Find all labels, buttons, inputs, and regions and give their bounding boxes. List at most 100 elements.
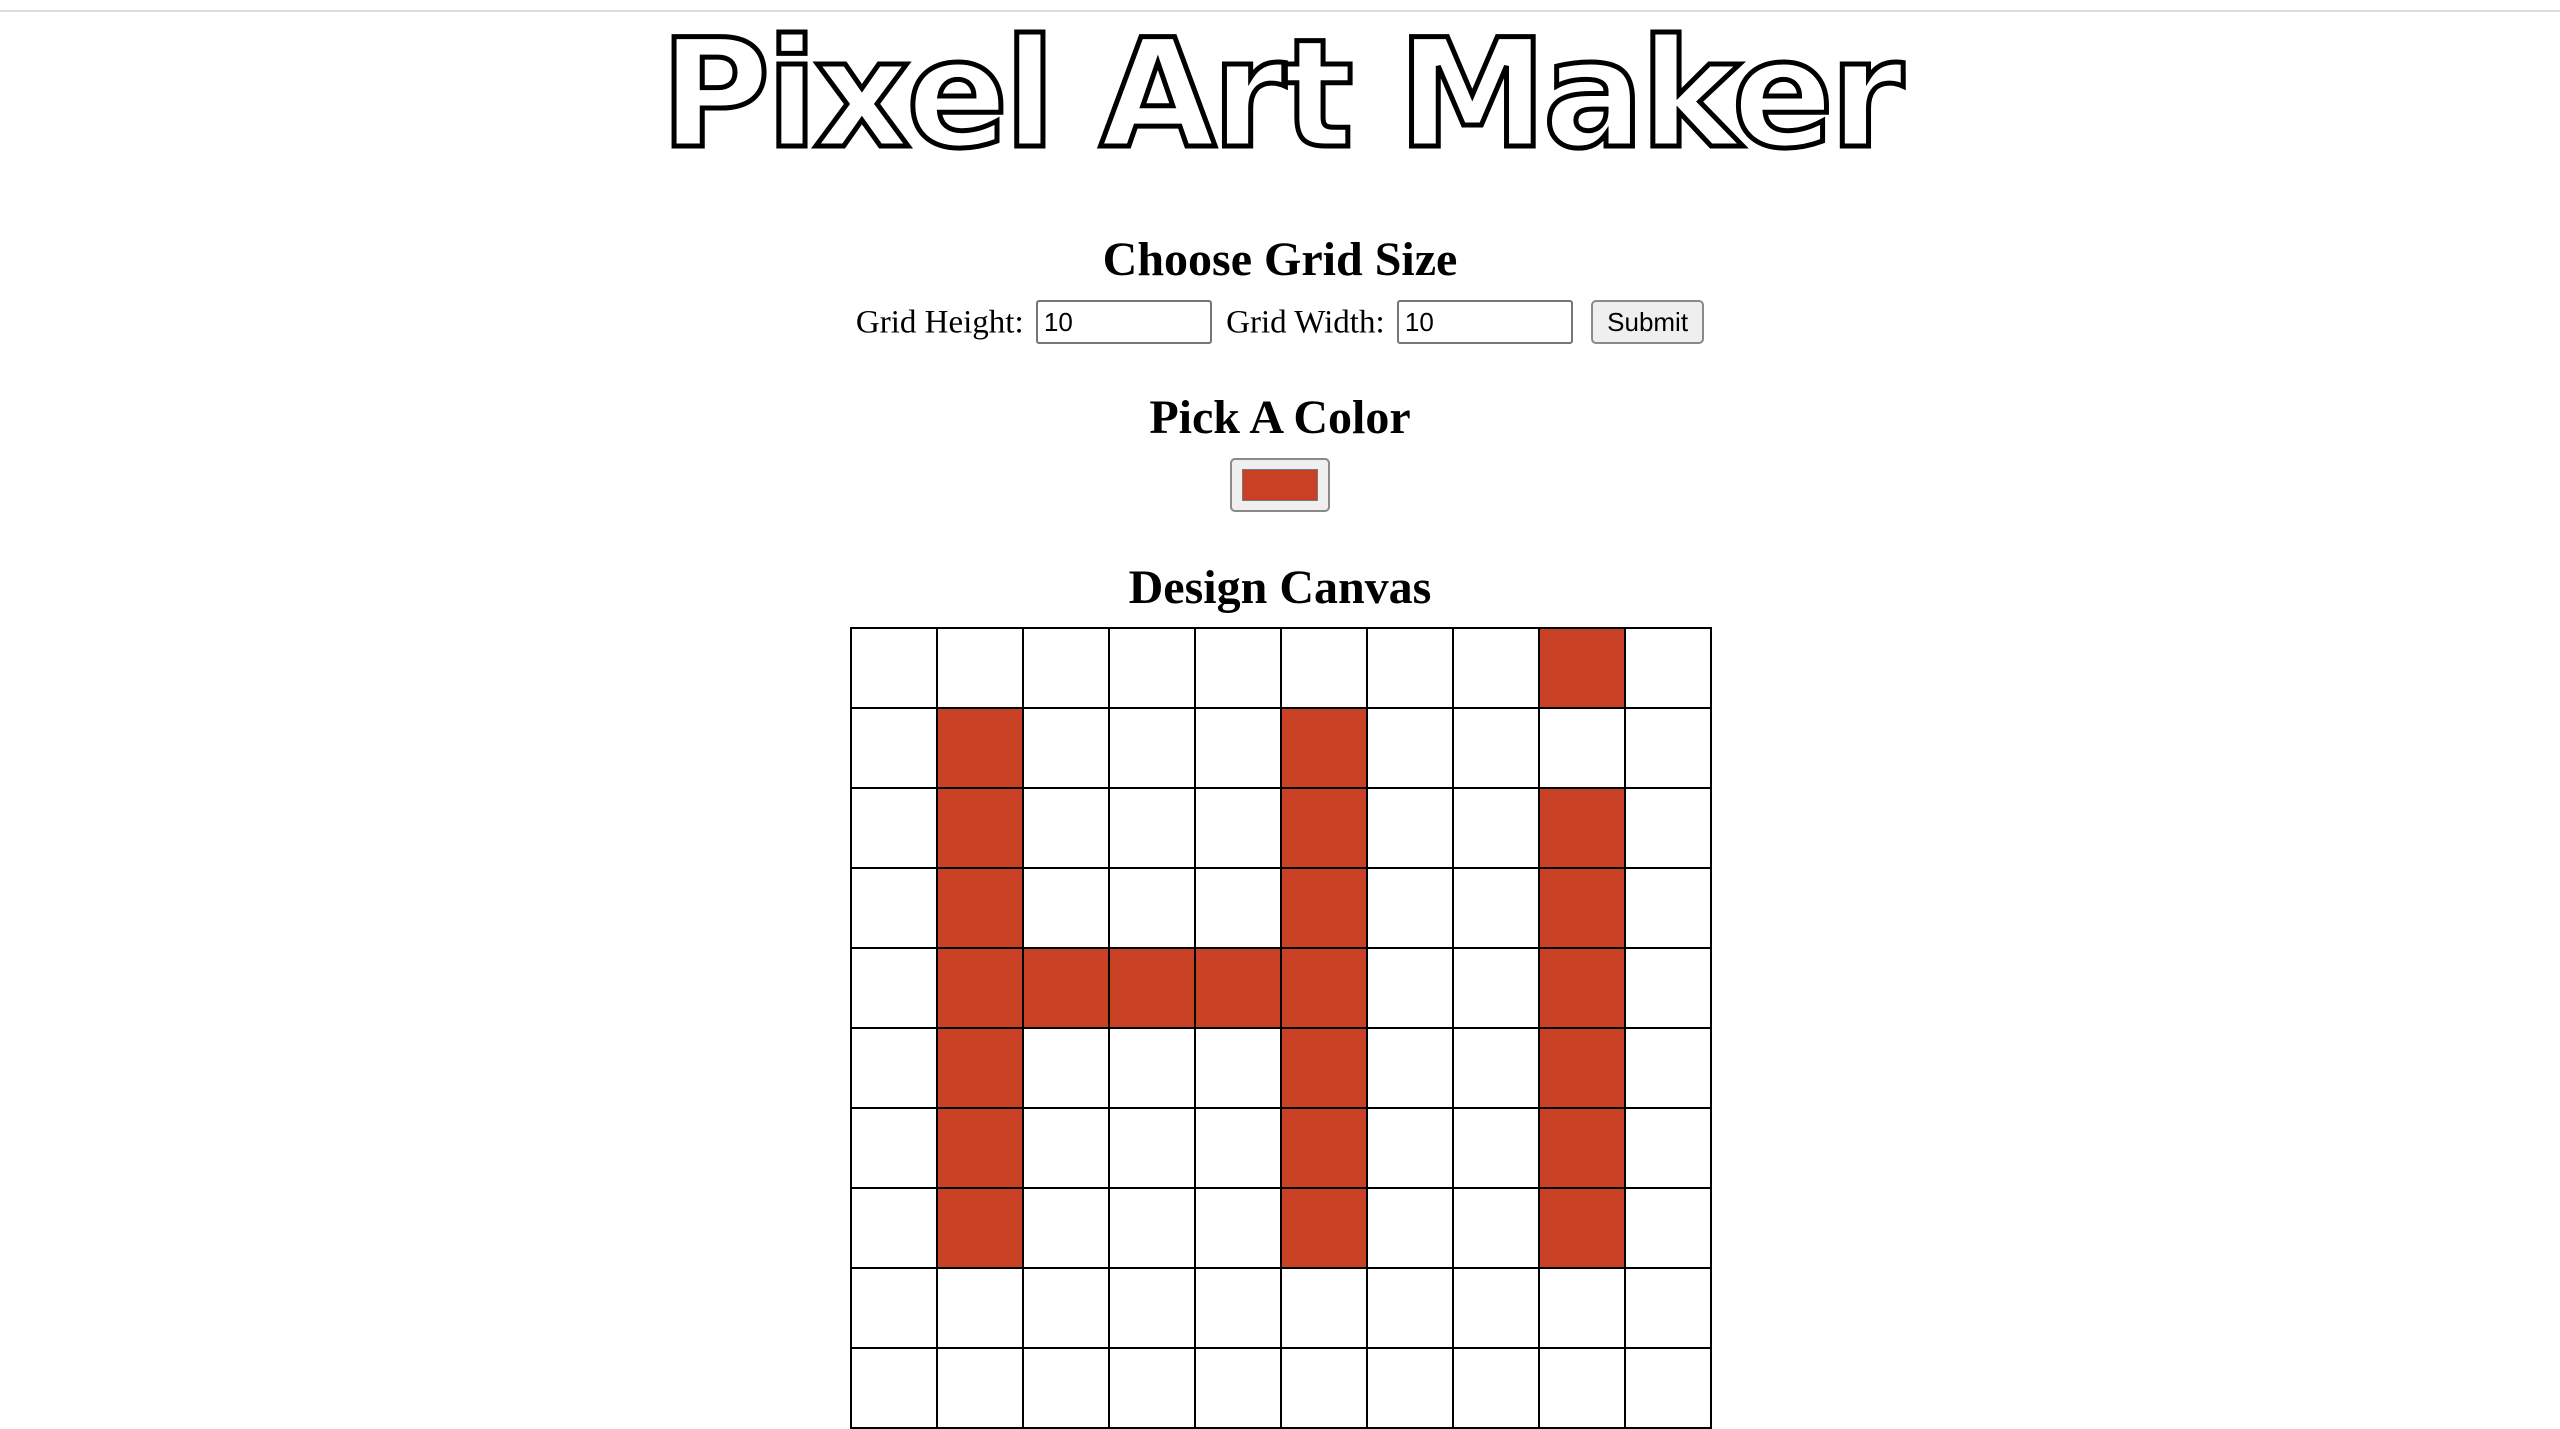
submit-button[interactable]: Submit <box>1591 300 1705 345</box>
canvas-cell[interactable] <box>1624 787 1712 869</box>
canvas-cell[interactable] <box>936 1267 1024 1349</box>
canvas-cell[interactable] <box>1624 627 1712 709</box>
canvas-cell[interactable] <box>1366 947 1454 1029</box>
canvas-cell[interactable] <box>936 707 1024 789</box>
canvas-cell[interactable] <box>1452 707 1540 789</box>
canvas-cell[interactable] <box>1452 627 1540 709</box>
canvas-cell[interactable] <box>936 1187 1024 1269</box>
canvas-cell[interactable] <box>1624 1187 1712 1269</box>
canvas-cell[interactable] <box>1194 627 1282 709</box>
canvas-cell[interactable] <box>936 627 1024 709</box>
canvas-cell[interactable] <box>850 1267 938 1349</box>
canvas-cell[interactable] <box>1108 707 1196 789</box>
canvas-cell[interactable] <box>1366 1027 1454 1109</box>
canvas-cell[interactable] <box>1366 867 1454 949</box>
canvas-cell[interactable] <box>936 787 1024 869</box>
color-picker[interactable] <box>1230 458 1330 512</box>
canvas-cell[interactable] <box>1366 1187 1454 1269</box>
canvas-cell[interactable] <box>1452 867 1540 949</box>
canvas-cell[interactable] <box>1108 1267 1196 1349</box>
canvas-cell[interactable] <box>1366 627 1454 709</box>
canvas-cell[interactable] <box>850 947 938 1029</box>
canvas-cell[interactable] <box>1452 1187 1540 1269</box>
canvas-cell[interactable] <box>1022 1187 1110 1269</box>
canvas-cell[interactable] <box>1108 867 1196 949</box>
canvas-cell[interactable] <box>1022 1267 1110 1349</box>
canvas-cell[interactable] <box>850 707 938 789</box>
canvas-cell[interactable] <box>1366 787 1454 869</box>
canvas-cell[interactable] <box>1108 1187 1196 1269</box>
canvas-cell[interactable] <box>936 867 1024 949</box>
canvas-cell[interactable] <box>1452 1027 1540 1109</box>
canvas-cell[interactable] <box>1280 1107 1368 1189</box>
canvas-cell[interactable] <box>1280 1187 1368 1269</box>
canvas-cell[interactable] <box>1108 1027 1196 1109</box>
canvas-cell[interactable] <box>1280 1027 1368 1109</box>
canvas-cell[interactable] <box>936 947 1024 1029</box>
grid-height-input[interactable] <box>1035 300 1212 345</box>
canvas-cell[interactable] <box>1194 1027 1282 1109</box>
canvas-cell[interactable] <box>850 787 938 869</box>
canvas-cell[interactable] <box>1624 707 1712 789</box>
canvas-cell[interactable] <box>850 627 938 709</box>
canvas-cell[interactable] <box>1022 867 1110 949</box>
canvas-cell[interactable] <box>936 1027 1024 1109</box>
canvas-cell[interactable] <box>1194 707 1282 789</box>
canvas-cell[interactable] <box>850 1107 938 1189</box>
canvas-cell[interactable] <box>1108 947 1196 1029</box>
canvas-cell[interactable] <box>1280 867 1368 949</box>
canvas-cell[interactable] <box>1452 1267 1540 1349</box>
canvas-cell[interactable] <box>1624 1107 1712 1189</box>
canvas-cell[interactable] <box>1108 787 1196 869</box>
canvas-cell[interactable] <box>1624 1027 1712 1109</box>
canvas-cell[interactable] <box>1538 947 1626 1029</box>
canvas-cell[interactable] <box>1022 707 1110 789</box>
canvas-cell[interactable] <box>1538 787 1626 869</box>
canvas-cell[interactable] <box>1194 1107 1282 1189</box>
canvas-cell[interactable] <box>1452 1107 1540 1189</box>
canvas-cell[interactable] <box>1538 1027 1626 1109</box>
canvas-cell[interactable] <box>1280 627 1368 709</box>
canvas-cell[interactable] <box>1022 787 1110 869</box>
canvas-cell[interactable] <box>1280 947 1368 1029</box>
canvas-cell[interactable] <box>1624 867 1712 949</box>
canvas-cell[interactable] <box>1194 1267 1282 1349</box>
canvas-cell[interactable] <box>1022 1107 1110 1189</box>
canvas-cell[interactable] <box>1280 787 1368 869</box>
canvas-cell[interactable] <box>1366 1347 1454 1429</box>
canvas-cell[interactable] <box>936 1347 1024 1429</box>
canvas-cell[interactable] <box>1452 787 1540 869</box>
canvas-cell[interactable] <box>1538 1267 1626 1349</box>
canvas-cell[interactable] <box>1538 627 1626 709</box>
canvas-cell[interactable] <box>1624 1347 1712 1429</box>
canvas-cell[interactable] <box>1366 1267 1454 1349</box>
canvas-cell[interactable] <box>1624 1267 1712 1349</box>
canvas-cell[interactable] <box>1194 1187 1282 1269</box>
canvas-cell[interactable] <box>1280 707 1368 789</box>
canvas-cell[interactable] <box>850 867 938 949</box>
canvas-cell[interactable] <box>850 1187 938 1269</box>
canvas-cell[interactable] <box>1108 1107 1196 1189</box>
canvas-cell[interactable] <box>1538 1347 1626 1429</box>
canvas-cell[interactable] <box>1280 1347 1368 1429</box>
canvas-cell[interactable] <box>1022 947 1110 1029</box>
canvas-cell[interactable] <box>1194 1347 1282 1429</box>
canvas-cell[interactable] <box>1538 707 1626 789</box>
canvas-cell[interactable] <box>1366 707 1454 789</box>
canvas-cell[interactable] <box>1624 947 1712 1029</box>
canvas-cell[interactable] <box>936 1107 1024 1189</box>
canvas-cell[interactable] <box>1194 947 1282 1029</box>
canvas-cell[interactable] <box>1108 627 1196 709</box>
canvas-cell[interactable] <box>1280 1267 1368 1349</box>
canvas-cell[interactable] <box>1452 947 1540 1029</box>
canvas-cell[interactable] <box>850 1027 938 1109</box>
canvas-cell[interactable] <box>1108 1347 1196 1429</box>
canvas-cell[interactable] <box>1452 1347 1540 1429</box>
canvas-cell[interactable] <box>1022 627 1110 709</box>
canvas-cell[interactable] <box>1022 1347 1110 1429</box>
canvas-cell[interactable] <box>1194 867 1282 949</box>
canvas-cell[interactable] <box>1022 1027 1110 1109</box>
canvas-cell[interactable] <box>1194 787 1282 869</box>
canvas-cell[interactable] <box>1538 1107 1626 1189</box>
canvas-cell[interactable] <box>1538 867 1626 949</box>
